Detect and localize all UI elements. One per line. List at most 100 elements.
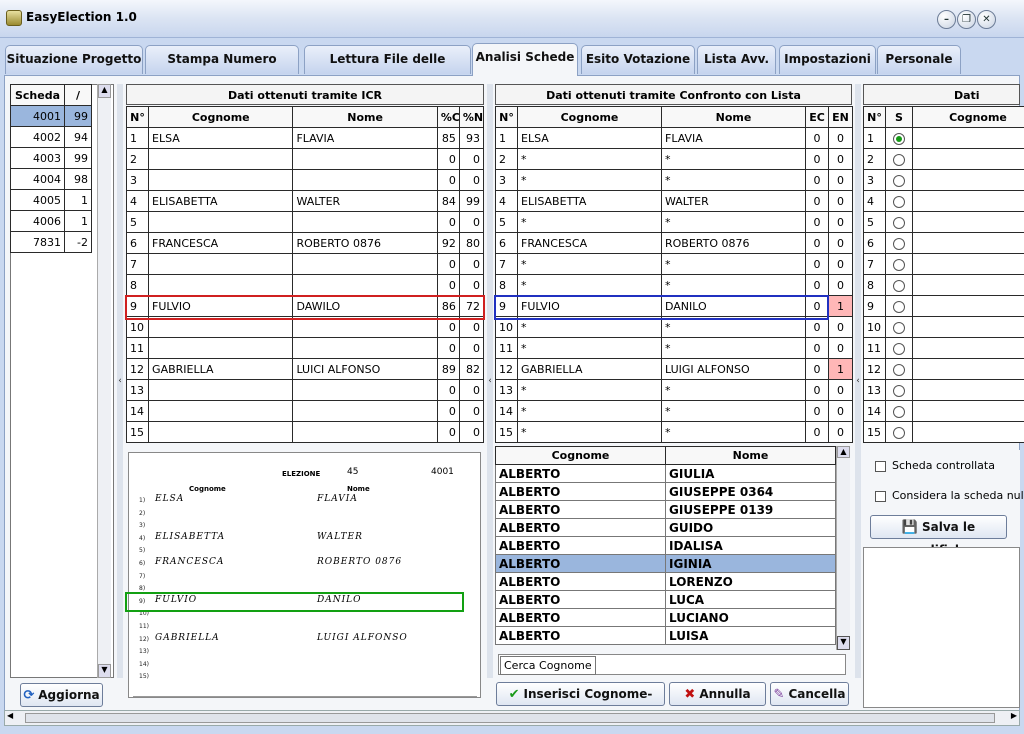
confronto-cell[interactable]: * bbox=[517, 421, 662, 443]
radio-icon[interactable] bbox=[893, 384, 905, 397]
icr-row[interactable]: 11 0 0 bbox=[125, 337, 485, 359]
icr-cell[interactable]: 0 bbox=[436, 421, 460, 443]
icr-cell[interactable]: 0 bbox=[458, 337, 485, 359]
confronto-cell[interactable]: LUIGI ALFONSO bbox=[661, 358, 806, 380]
icr-cell[interactable] bbox=[292, 400, 438, 422]
icr-cell[interactable]: 12 bbox=[125, 358, 150, 380]
modifiche-cell-s[interactable] bbox=[885, 232, 913, 254]
confronto-cell[interactable]: 3 bbox=[495, 169, 518, 191]
confronto-cell[interactable]: * bbox=[661, 169, 806, 191]
confronto-cell[interactable]: 0 bbox=[805, 211, 829, 233]
icr-row[interactable]: 6 FRANCESCA ROBERTO 0876 92 80 bbox=[125, 232, 485, 254]
confronto-cell[interactable]: * bbox=[661, 274, 806, 296]
lista-cell[interactable]: GUIDO bbox=[665, 518, 836, 537]
tab-personale[interactable]: Personale bbox=[877, 45, 961, 74]
icr-cell[interactable] bbox=[292, 148, 438, 170]
schede-row[interactable]: 4001 99 bbox=[10, 105, 92, 127]
confronto-cell[interactable]: 0 bbox=[805, 274, 829, 296]
icr-row[interactable]: 2 00 bbox=[125, 148, 485, 170]
confronto-cell[interactable]: 0 bbox=[805, 400, 829, 422]
icr-cell[interactable]: 0 bbox=[458, 400, 485, 422]
icr-cell[interactable]: GABRIELLA bbox=[148, 358, 294, 380]
scheda-controllata-checkbox[interactable]: Scheda controllata bbox=[875, 459, 995, 472]
icr-cell[interactable]: 0 bbox=[436, 400, 460, 422]
confronto-cell[interactable]: 2 bbox=[495, 148, 518, 170]
icr-cell[interactable]: 13 bbox=[125, 379, 150, 401]
scroll-down-icon[interactable]: ▼ bbox=[837, 636, 850, 650]
lista-row[interactable]: ALBERTO LUISA bbox=[495, 626, 836, 645]
confronto-cell[interactable]: * bbox=[517, 253, 662, 275]
confronto-cell[interactable]: * bbox=[517, 148, 662, 170]
confronto-cell[interactable]: 0 bbox=[805, 127, 829, 149]
inserisci-button[interactable]: ✔Inserisci Cognome-Nome bbox=[496, 682, 665, 724]
confronto-row[interactable]: 8 * * 0 0 bbox=[495, 274, 853, 296]
confronto-cell[interactable]: * bbox=[661, 211, 806, 233]
icr-cell[interactable] bbox=[148, 379, 294, 401]
confronto-cell[interactable]: 5 bbox=[495, 211, 518, 233]
confronto-cell[interactable]: 11 bbox=[495, 337, 518, 359]
modifiche-header-1[interactable]: S bbox=[885, 106, 913, 128]
icr-cell[interactable]: 11 bbox=[125, 337, 150, 359]
modifiche-cell-s[interactable] bbox=[885, 127, 913, 149]
confronto-cell[interactable]: 0 bbox=[805, 379, 829, 401]
modifiche-row[interactable]: 1 bbox=[863, 127, 1024, 149]
confronto-cell[interactable]: 0 bbox=[828, 400, 853, 422]
modifiche-cell-s[interactable] bbox=[885, 211, 913, 233]
radio-icon[interactable] bbox=[893, 174, 905, 187]
icr-cell[interactable]: 5 bbox=[125, 211, 150, 233]
confronto-cell[interactable]: 0 bbox=[805, 169, 829, 191]
modifiche-cell-cognome[interactable] bbox=[912, 274, 1024, 296]
lista-cell[interactable]: ALBERTO bbox=[495, 626, 666, 645]
confronto-row[interactable]: 1 ELSA FLAVIA 0 0 bbox=[495, 127, 853, 149]
icr-cell[interactable] bbox=[148, 211, 294, 233]
restore-icon[interactable]: ❐ bbox=[957, 10, 976, 29]
icr-cell[interactable] bbox=[148, 421, 294, 443]
confronto-cell[interactable]: 8 bbox=[495, 274, 518, 296]
aggiorna-button[interactable]: ⟳ Aggiorna bbox=[20, 683, 103, 707]
icr-row[interactable]: 13 0 0 bbox=[125, 379, 485, 401]
modifiche-cell-cognome[interactable] bbox=[912, 358, 1024, 380]
confronto-cell[interactable]: GABRIELLA bbox=[517, 358, 662, 380]
confronto-cell[interactable]: 0 bbox=[828, 211, 853, 233]
modifiche-cell-s[interactable] bbox=[885, 295, 913, 317]
modifiche-cell-s[interactable] bbox=[885, 274, 913, 296]
lista-cell[interactable]: ALBERTO bbox=[495, 464, 666, 483]
modifiche-cell-s[interactable] bbox=[885, 400, 913, 422]
confronto-cell[interactable]: 0 bbox=[828, 148, 853, 170]
confronto-cell[interactable]: 13 bbox=[495, 379, 518, 401]
modifiche-cell-cognome[interactable] bbox=[912, 232, 1024, 254]
confronto-cell[interactable]: WALTER bbox=[661, 190, 806, 212]
icr-cell[interactable] bbox=[292, 274, 438, 296]
radio-icon[interactable] bbox=[893, 195, 905, 208]
modifiche-cell-cognome[interactable] bbox=[912, 337, 1024, 359]
lista-cell[interactable]: GIUSEPPE 0364 bbox=[665, 482, 836, 501]
modifiche-cell-s[interactable] bbox=[885, 337, 913, 359]
confronto-cell[interactable]: 6 bbox=[495, 232, 518, 254]
search-field[interactable]: Cerca Cognome bbox=[498, 654, 846, 675]
tab-lettura-file-delle-schede[interactable]: Lettura File delle Schede bbox=[304, 45, 471, 93]
confronto-cell[interactable]: 15 bbox=[495, 421, 518, 443]
icr-cell[interactable] bbox=[148, 400, 294, 422]
icr-cell[interactable]: 0 bbox=[458, 421, 485, 443]
icr-cell[interactable]: 0 bbox=[436, 148, 460, 170]
icr-cell[interactable]: 89 bbox=[436, 358, 460, 380]
schede-row[interactable]: 4003 99 bbox=[10, 147, 92, 169]
confronto-cell[interactable]: * bbox=[517, 379, 662, 401]
confronto-cell[interactable]: 0 bbox=[828, 316, 853, 338]
modifiche-cell-s[interactable] bbox=[885, 379, 913, 401]
icr-cell[interactable]: 3 bbox=[125, 169, 150, 191]
icr-header-1[interactable]: Cognome bbox=[148, 106, 294, 128]
icr-cell[interactable]: 0 bbox=[458, 169, 485, 191]
radio-icon[interactable] bbox=[893, 216, 905, 229]
modifiche-cell-cognome[interactable] bbox=[912, 316, 1024, 338]
modifiche-cell-s[interactable] bbox=[885, 358, 913, 380]
icr-cell[interactable]: 8 bbox=[125, 274, 150, 296]
tab-situazione-progetto[interactable]: Situazione Progetto bbox=[5, 45, 143, 74]
modifiche-row[interactable]: 15 bbox=[863, 421, 1024, 443]
icr-cell[interactable]: 0 bbox=[436, 169, 460, 191]
scroll-down-icon[interactable]: ▼ bbox=[98, 664, 111, 678]
icr-cell[interactable]: ROBERTO 0876 bbox=[292, 232, 438, 254]
modifiche-cell-cognome[interactable] bbox=[912, 211, 1024, 233]
confronto-cell[interactable]: 0 bbox=[828, 253, 853, 275]
horizontal-scrollbar[interactable]: ◀ ▶ bbox=[4, 710, 1020, 726]
